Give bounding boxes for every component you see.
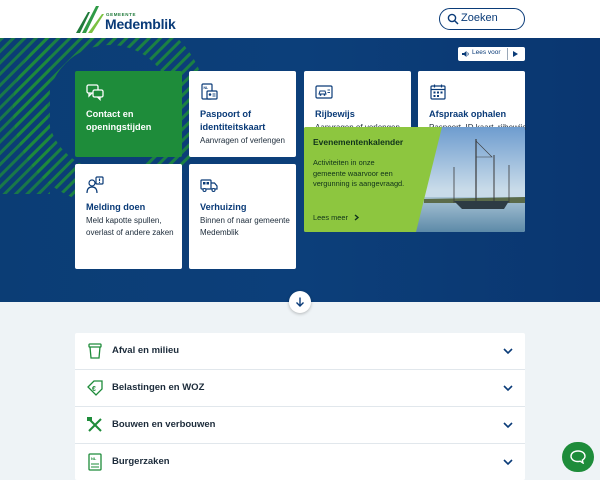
search-icon xyxy=(447,13,459,25)
card-title: Melding doen xyxy=(86,202,146,212)
svg-text:NL: NL xyxy=(91,456,97,461)
calendar-icon xyxy=(430,84,446,100)
card-report[interactable]: Melding doen Meld kapotte spullen, overl… xyxy=(75,164,182,269)
readspeaker-button[interactable]: Lees voor xyxy=(458,47,525,61)
event-title: Evenementenkalender xyxy=(313,137,404,147)
card-moving[interactable]: Verhuizing Binnen of naar gemeente Medem… xyxy=(189,164,296,269)
card-subtitle: Aanvragen of verlengen xyxy=(200,136,285,145)
accordion-item-building[interactable]: Bouwen en verbouwen xyxy=(75,407,525,444)
accordion-item-civil-affairs[interactable]: NL Burgerzaken xyxy=(75,444,525,480)
card-title: Verhuizing xyxy=(200,202,247,212)
search-input[interactable]: Zoeken xyxy=(439,8,525,30)
accordion-label: Afval en milieu xyxy=(112,345,180,356)
card-title: Contact en openingstijden xyxy=(86,109,152,132)
chevron-down-icon xyxy=(503,422,513,429)
accordion-label: Bouwen en verbouwen xyxy=(112,419,216,430)
play-icon[interactable] xyxy=(511,50,519,58)
readspeaker-label: Lees voor xyxy=(472,49,501,56)
logo-name: Medemblik xyxy=(105,16,176,32)
readspeaker-divider xyxy=(507,48,508,60)
chat-button[interactable] xyxy=(562,442,594,472)
card-title: Rijbewijs xyxy=(315,109,355,119)
card-title: Paspoort of identiteitskaart xyxy=(200,109,266,132)
scroll-down-button[interactable] xyxy=(289,291,311,313)
speaker-icon xyxy=(462,51,469,57)
search-placeholder: Zoeken xyxy=(461,12,498,24)
card-contact[interactable]: Contact en openingstijden xyxy=(75,71,182,157)
accordion-item-waste[interactable]: Afval en milieu xyxy=(75,333,525,370)
accordion-label: Belastingen en WOZ xyxy=(112,382,205,393)
accordion-label: Burgerzaken xyxy=(112,456,170,467)
event-read-more-link[interactable]: Lees meer xyxy=(313,213,348,222)
topics-accordion: Afval en milieu € Belastingen en WOZ Bou… xyxy=(75,333,525,480)
logo-mark-icon xyxy=(76,6,104,33)
id-card-icon: NL xyxy=(201,83,218,100)
site-header: GEMEENTE Medemblik Zoeken xyxy=(0,0,600,38)
logo[interactable]: GEMEENTE Medemblik xyxy=(74,4,204,34)
card-subtitle: Meld kapotte spullen, overlast of andere… xyxy=(86,216,174,237)
event-description: Activiteiten in onze gemeente waarvoor e… xyxy=(313,158,405,188)
tax-tag-icon: € xyxy=(87,380,103,396)
driving-license-icon xyxy=(315,85,333,99)
moving-truck-icon xyxy=(200,179,218,193)
event-calendar-card[interactable]: Evenementenkalender Activiteiten in onze… xyxy=(304,127,525,232)
chevron-down-icon xyxy=(503,348,513,355)
chevron-down-icon xyxy=(503,385,513,392)
report-icon xyxy=(86,176,104,194)
card-subtitle: Binnen of naar gemeente Medemblik xyxy=(200,216,290,237)
card-passport[interactable]: NL Paspoort of identiteitskaart Aanvrage… xyxy=(189,71,296,157)
tools-icon xyxy=(87,417,102,432)
svg-text:€: € xyxy=(92,386,96,393)
chevron-right-icon xyxy=(354,214,360,221)
waste-bin-icon xyxy=(88,343,102,359)
passport-icon: NL xyxy=(88,453,102,471)
card-title: Afspraak ophalen xyxy=(429,109,507,119)
arrow-down-icon xyxy=(296,297,304,307)
chat-bubble-icon xyxy=(570,450,586,464)
chat-icon xyxy=(86,84,104,101)
svg-text:NL: NL xyxy=(204,86,210,90)
chevron-down-icon xyxy=(503,459,513,466)
accordion-item-taxes[interactable]: € Belastingen en WOZ xyxy=(75,370,525,407)
